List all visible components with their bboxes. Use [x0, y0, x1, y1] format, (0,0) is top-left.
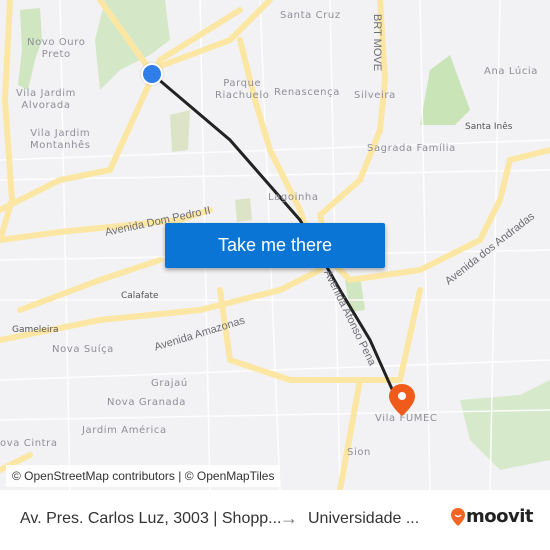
label-santa-ines: Santa Inês: [465, 122, 513, 132]
destination-marker[interactable]: [388, 383, 416, 421]
take-me-there-button[interactable]: Take me there: [165, 223, 385, 268]
label-nova-suica: Nova Suíça: [52, 344, 114, 355]
origin-marker[interactable]: [141, 63, 163, 85]
label-nova-granada: Nova Granada: [107, 397, 186, 408]
label-vila-jardim-alvorada: Vila Jardim Alvorada: [16, 88, 76, 111]
label-novo-ouro-preto: Novo Ouro Preto: [27, 37, 86, 60]
label-santa-cruz: Santa Cruz: [280, 10, 341, 21]
map-pin-icon: [389, 384, 415, 416]
label-grajau: Grajaú: [151, 378, 188, 389]
label-gameleira: Gameleira: [12, 325, 59, 335]
label-calafate: Calafate: [121, 291, 159, 301]
label-renascenca: Renascença: [274, 87, 340, 98]
label-silveira: Silveira: [354, 90, 396, 101]
arrow-right-icon: →: [280, 508, 298, 528]
label-nova-cintra: ova Cintra: [0, 438, 58, 449]
moovit-wordmark: moovit: [466, 506, 534, 527]
label-vila-jardim-montanhes: Vila Jardim Montanhês: [30, 128, 91, 151]
park-area: [235, 198, 252, 222]
label-ana-lucia: Ana Lúcia: [484, 66, 539, 77]
destination-name: Universidade ...: [308, 510, 420, 527]
label-jardim-america: Jardim América: [82, 425, 167, 436]
map[interactable]: Novo Ouro Preto Vila Jardim Alvorada Vil…: [0, 0, 550, 490]
park-area: [170, 110, 190, 152]
street-label-brt-move: BRT MOVE: [371, 14, 383, 72]
park-area: [420, 55, 470, 125]
park-area: [460, 380, 550, 470]
label-parque-riachuelo: Parque Riachuelo: [215, 78, 270, 101]
footer-bar: Av. Pres. Carlos Luz, 3003 | Shopp... → …: [0, 490, 550, 550]
label-sagrada-familia: Sagrada Família: [367, 143, 456, 154]
origin-stop-name: Av. Pres. Carlos Luz, 3003 | Shopp...: [20, 510, 282, 527]
map-attribution[interactable]: © OpenStreetMap contributors | © OpenMap…: [6, 465, 281, 487]
moovit-pin-icon: [451, 507, 465, 526]
moovit-logo[interactable]: moovit: [450, 506, 534, 527]
label-lagoinha: Lagoinha: [268, 192, 319, 203]
label-sion: Sion: [347, 447, 371, 458]
